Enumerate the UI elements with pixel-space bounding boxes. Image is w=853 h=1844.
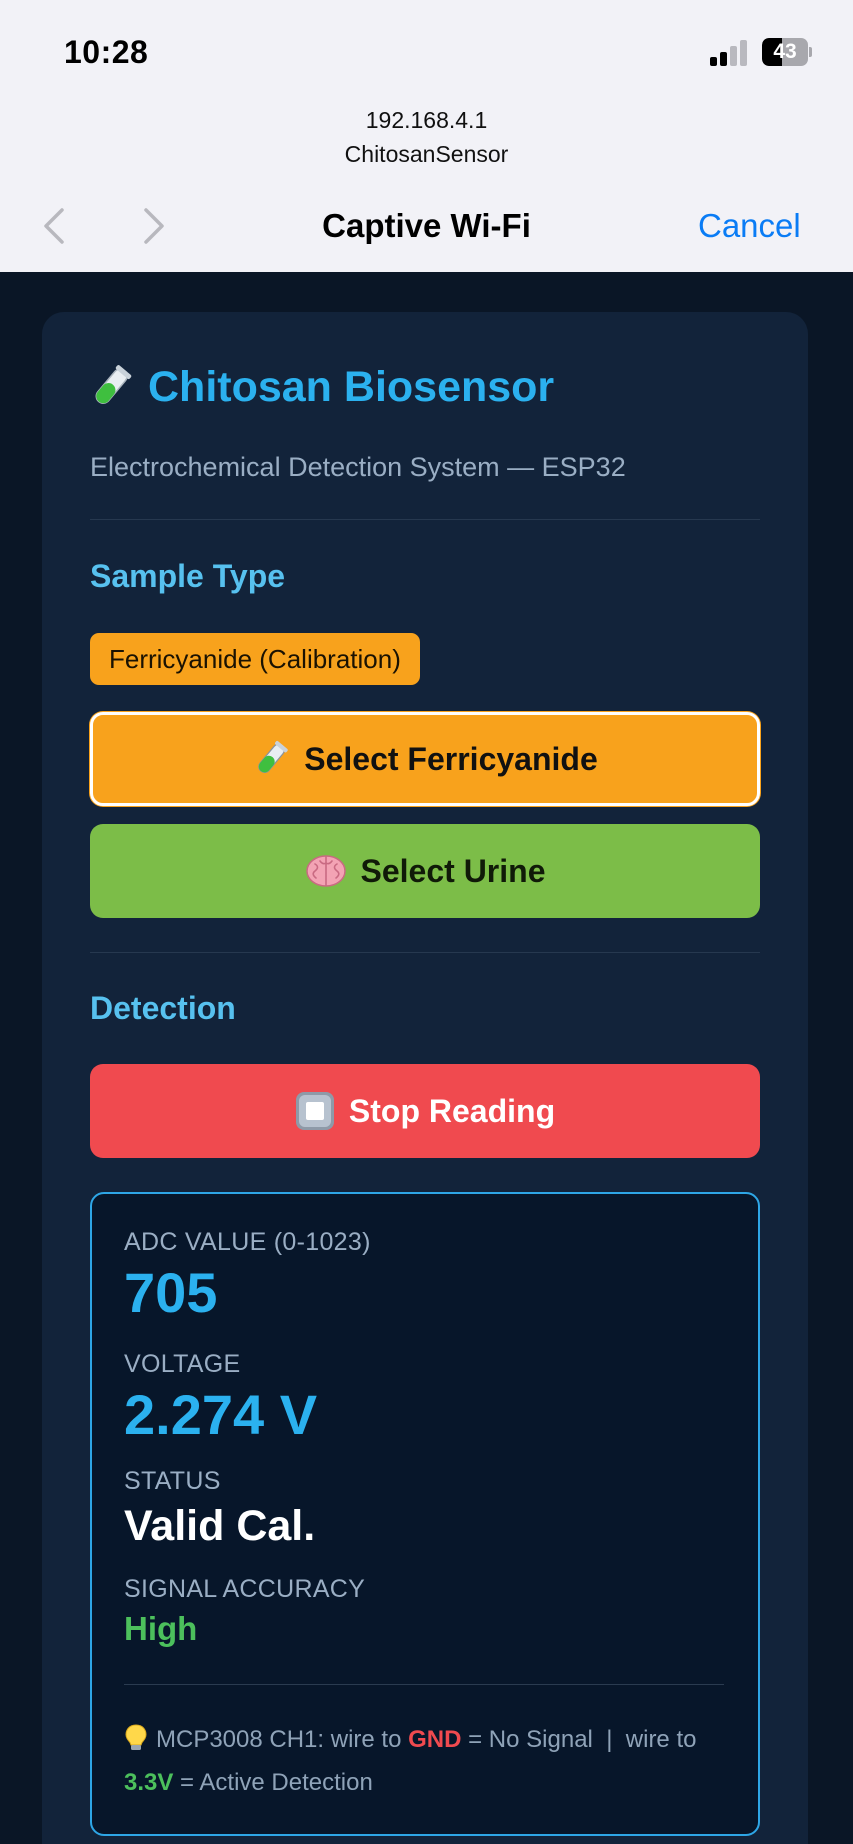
browser-chrome: 10:28 43 192.168.4.1 ChitosanSensor Capt… — [0, 0, 853, 272]
status-time: 10:28 — [64, 34, 149, 70]
accuracy-value: High — [124, 1610, 198, 1647]
stop-square-icon — [295, 1092, 334, 1130]
url-host[interactable]: 192.168.4.1 — [0, 107, 853, 134]
select-urine-label: Select Urine — [360, 852, 546, 889]
voltage-value: 2.274 V — [124, 1383, 318, 1446]
accuracy-label: SIGNAL ACCURACY — [124, 1575, 366, 1603]
cancel-button[interactable]: Cancel — [698, 207, 801, 245]
note-gnd: GND — [408, 1726, 462, 1753]
sample-divider — [90, 952, 760, 953]
sample-type-heading: Sample Type — [90, 558, 286, 594]
app-card: Chitosan Biosensor Electrochemical Detec… — [42, 312, 808, 1844]
voltage-label: VOLTAGE — [124, 1350, 241, 1378]
note-suffix: = Active Detection — [180, 1769, 373, 1796]
note-mid: = No Signal | wire to — [468, 1726, 697, 1753]
select-ferricyanide-label: Select Ferricyanide — [304, 740, 598, 777]
battery-icon: 43 — [762, 38, 812, 66]
header-divider — [90, 519, 760, 520]
status-label: STATUS — [124, 1467, 221, 1495]
detection-heading: Detection — [90, 990, 236, 1026]
status-bar: 10:28 43 — [0, 0, 853, 100]
lightbulb-icon — [125, 1724, 147, 1750]
test-tube-icon — [258, 740, 288, 773]
readout-panel: ADC VALUE (0-1023) 705 VOLTAGE 2.274 V S… — [90, 1192, 760, 1836]
stop-reading-label: Stop Reading — [348, 1092, 556, 1129]
battery-level: 43 — [773, 40, 797, 63]
readout-divider — [124, 1684, 724, 1685]
brain-icon — [305, 855, 346, 887]
app-title: Chitosan Biosensor — [148, 362, 555, 411]
note-v33: 3.3V — [124, 1769, 174, 1796]
adc-value: 705 — [124, 1261, 218, 1324]
adc-label: ADC VALUE (0-1023) — [124, 1228, 371, 1256]
select-urine-button[interactable]: Select Urine — [90, 824, 760, 918]
app-subtitle: Electrochemical Detection System — ESP32 — [90, 452, 626, 482]
wiring-note: MCP3008 CH1: wire to GND = No Signal | w… — [124, 1721, 724, 1802]
test-tube-icon — [95, 365, 132, 404]
app-header: Chitosan Biosensor — [88, 362, 554, 412]
stop-reading-button[interactable]: Stop Reading — [90, 1064, 760, 1158]
cellular-signal-icon — [710, 40, 750, 66]
url-name[interactable]: ChitosanSensor — [0, 141, 853, 168]
note-prefix: MCP3008 CH1: wire to — [156, 1726, 402, 1753]
current-sample-badge: Ferricyanide (Calibration) — [90, 633, 420, 685]
status-value: Valid Cal. — [124, 1502, 316, 1550]
select-ferricyanide-button[interactable]: Select Ferricyanide — [90, 712, 760, 806]
